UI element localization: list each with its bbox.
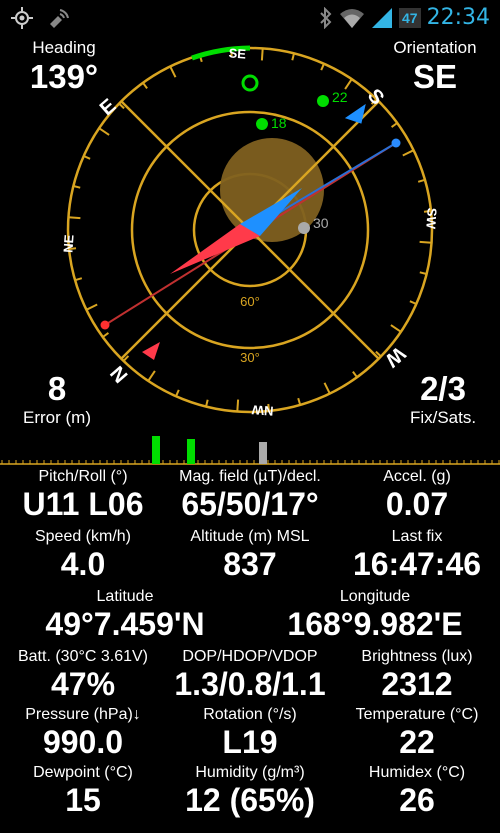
signal-bar-18	[152, 436, 160, 464]
satellite-30	[298, 222, 310, 234]
compass-tick	[291, 53, 295, 61]
compass-tick	[98, 127, 110, 136]
compass-tick	[297, 397, 302, 406]
compass-tick	[320, 63, 325, 71]
wifi-icon	[340, 8, 365, 28]
compass-tick	[323, 382, 331, 395]
compass-tick	[74, 277, 83, 282]
satellite-icon	[50, 9, 69, 28]
compass-tick	[85, 303, 98, 311]
compass-tick	[417, 178, 426, 183]
compass-tick	[409, 300, 417, 305]
satellite-18	[256, 118, 268, 130]
intercardinal-ne: NE	[60, 234, 76, 253]
signal-strength-bar	[0, 436, 500, 465]
compass-tick	[419, 271, 427, 275]
signal-bar-22	[187, 439, 195, 464]
satellite-label-22: 22	[332, 89, 348, 105]
reading-battery: Batt. (30°C 3.61V) 47%	[17, 648, 148, 702]
ring-label-60: 60°	[240, 294, 260, 309]
compass-tick	[147, 370, 156, 382]
target-marker	[241, 74, 259, 92]
intercardinal-sw: SW	[423, 207, 439, 230]
bearing-end-red	[100, 320, 110, 330]
reading-altitude: Altitude (m) MSL 837	[190, 528, 310, 582]
reading-dewpoint: Dewpoint (°C) 15	[33, 764, 133, 818]
reading-mag-field: Mag. field (µT)/decl. 65/50/17°	[179, 468, 321, 522]
bluetooth-icon	[320, 6, 332, 29]
intercardinal-se: SE	[228, 45, 247, 61]
reading-humidity: Humidity (g/m³) 12 (65%)	[185, 764, 315, 818]
reading-brightness: Brightness (lux) 2312	[361, 648, 473, 702]
compass-tick	[83, 155, 91, 160]
compass-tick	[142, 82, 148, 89]
signal-icon	[372, 7, 393, 28]
compass-tick	[260, 48, 264, 61]
compass-tick	[236, 399, 240, 412]
ring-label-30: 30°	[240, 350, 260, 365]
reading-speed: Speed (km/h) 4.0	[34, 528, 132, 582]
reading-rotation: Rotation (°/s) L19	[203, 706, 297, 760]
compass-tick	[344, 78, 353, 90]
cardinal-w: W	[381, 342, 410, 371]
reading-pitch-roll: Pitch/Roll (°) U11 L06	[22, 468, 144, 522]
status-bar: 47 22:34	[0, 0, 500, 36]
satellite-label-30: 30	[313, 215, 329, 231]
compass-tick	[175, 389, 180, 397]
satellite-label-18: 18	[271, 115, 287, 131]
reading-dop: DOP/HDOP/VDOP 1.3/0.8/1.1	[174, 648, 326, 702]
bearing-end-blue	[391, 138, 401, 148]
south-arrow	[344, 103, 366, 124]
compass-tick	[391, 122, 398, 128]
compass-dial: 18 22 30 60° 30° E S W N SE SW NW NE	[60, 45, 439, 419]
signal-bar-30	[259, 442, 267, 464]
clock: 22:34	[426, 5, 490, 30]
reading-temperature: Temperature (°C) 22	[355, 706, 479, 760]
compass-tick	[419, 240, 432, 244]
satellite-22	[317, 95, 329, 107]
compass-tick	[68, 216, 81, 220]
reading-accel: Accel. (g) 0.07	[383, 468, 451, 522]
intercardinal-nw: NW	[251, 402, 274, 419]
compass-tick	[402, 149, 415, 157]
compass-tick	[352, 371, 358, 378]
reading-humidex: Humidex (°C) 26	[368, 764, 466, 818]
cardinal-e: E	[96, 95, 121, 120]
compass-tick	[169, 65, 177, 78]
reading-pressure: Pressure (hPa)↓ 990.0	[25, 706, 141, 760]
reading-latitude: Latitude 49°7.459'N	[45, 588, 205, 642]
battery-level: 47	[399, 7, 421, 28]
compass-tick	[390, 324, 402, 333]
reading-last-fix: Last fix 16:47:46	[352, 528, 482, 582]
compass-tick	[73, 185, 81, 189]
gps-icon	[11, 7, 33, 29]
compass-tick	[102, 332, 109, 338]
north-arrow	[142, 342, 160, 360]
compass-tick	[205, 399, 209, 407]
reading-longitude: Longitude 168°9.982'E	[287, 588, 463, 642]
